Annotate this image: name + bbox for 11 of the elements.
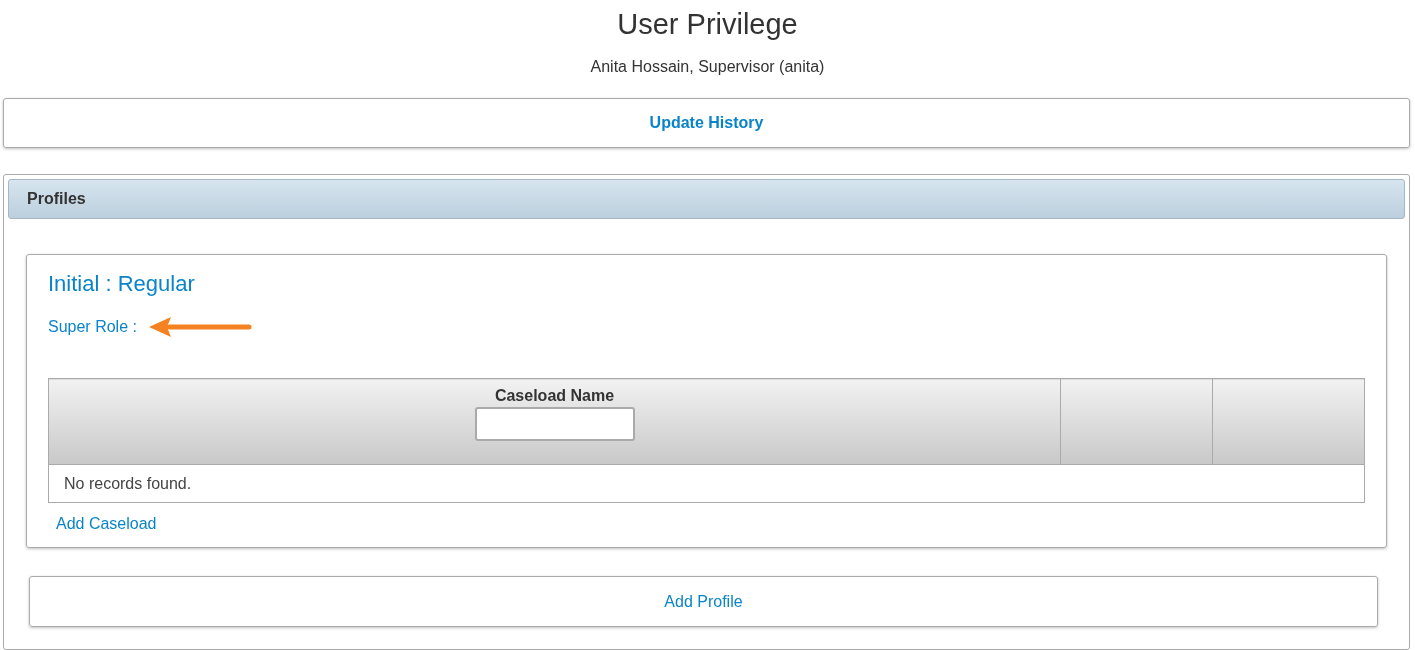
profile-title: Initial : Regular: [48, 270, 196, 298]
add-caseload-link[interactable]: Add Caseload: [56, 515, 157, 532]
add-profile-link[interactable]: Add Profile: [664, 592, 743, 611]
super-role-label: Super Role :: [48, 318, 137, 336]
filter-input[interactable]: [474, 407, 635, 441]
page-title: User Privilege: [617, 7, 798, 42]
empty-message: No records found.: [48, 464, 1365, 503]
update-history-link[interactable]: Update History: [649, 114, 764, 132]
page-subtitle: Anita Hossain, Supervisor (anita): [590, 58, 825, 76]
column-label: Caseload Name: [493, 387, 616, 405]
panel-header: Profiles: [8, 179, 1405, 219]
